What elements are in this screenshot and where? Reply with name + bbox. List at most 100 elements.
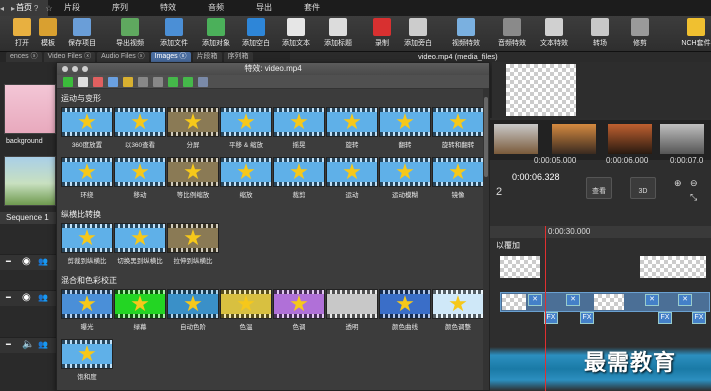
effect-tile[interactable]: 透明 — [326, 289, 378, 331]
tab-sequence-bin[interactable]: 序列箱 — [223, 52, 253, 62]
forward-icon[interactable]: ▸ — [11, 4, 15, 13]
transition-icon[interactable]: ✕ — [566, 294, 580, 306]
effect-tile[interactable]: ★ 分屏 — [167, 107, 219, 149]
timeline-clip[interactable] — [640, 256, 706, 278]
effect-tile[interactable]: ★ 平移 & 缩放 — [220, 107, 272, 149]
grid-icon[interactable] — [153, 76, 163, 87]
zoom-out-icon[interactable]: ⊖ — [690, 178, 698, 189]
effect-tile[interactable]: ★ 运动模糊 — [379, 157, 431, 199]
track-mute-icon[interactable]: ━ — [6, 340, 11, 349]
toolbar-button-7[interactable]: 添加文本 — [276, 17, 316, 48]
remove-icon[interactable] — [93, 76, 103, 87]
clip-frame[interactable] — [608, 124, 652, 154]
effect-tile[interactable]: ★ 剪裁到纵横比 — [61, 223, 113, 265]
effect-tile[interactable]: ★ 颜色调整 — [432, 289, 484, 331]
effects-scrollbar[interactable] — [483, 89, 489, 390]
fx-badge[interactable]: FX — [580, 312, 594, 324]
speaker-icon[interactable]: 🔈 — [22, 339, 34, 350]
transition-icon[interactable]: ✕ — [645, 294, 659, 306]
preview-canvas[interactable] — [506, 64, 576, 116]
tab-video-files[interactable]: Video Files ⓧ — [43, 52, 96, 62]
menu-tab-audio[interactable]: 音频 — [192, 0, 240, 16]
tab-sequences[interactable]: ences ⓧ — [6, 52, 42, 62]
timeline-ruler[interactable]: 0:00:30.000 — [490, 226, 711, 238]
effect-tile[interactable]: ★ 旋转 — [326, 107, 378, 149]
toolbar-button-15[interactable]: 修剪 — [620, 17, 660, 48]
clip-frame[interactable] — [660, 124, 704, 154]
people-icon[interactable]: 👥 — [38, 340, 48, 349]
effect-tile[interactable]: ★ 运动 — [326, 157, 378, 199]
effect-tile[interactable]: ★ 翻转 — [379, 107, 431, 149]
move-down-icon[interactable] — [183, 76, 193, 87]
effect-tile[interactable]: ★ 绿幕 — [114, 289, 166, 331]
star-icon[interactable]: ☆ — [45, 4, 52, 13]
help-icon[interactable]: ? — [34, 4, 38, 13]
bike-thumbnail[interactable] — [4, 156, 56, 206]
clip-frame[interactable] — [494, 124, 538, 154]
home-icon[interactable]: ⌂ — [22, 4, 27, 13]
fx-badge[interactable]: FX — [658, 312, 672, 324]
effect-tile[interactable]: ★ 旋转和翻转 — [432, 107, 484, 149]
effect-tile[interactable]: ★ 以360查看 — [114, 107, 166, 149]
sequence-tab[interactable]: Sequence 1 — [0, 212, 56, 224]
effect-tile[interactable]: ★ 拉伸到纵横比 — [167, 223, 219, 265]
toolbar-button-3[interactable]: 导出视频 — [110, 17, 150, 48]
toolbar-button-8[interactable]: 添加标题 — [318, 17, 358, 48]
transition-icon[interactable]: ✕ — [678, 294, 692, 306]
move-up-icon[interactable] — [168, 76, 178, 87]
effect-tile[interactable]: ★ 曝光 — [61, 289, 113, 331]
tab-audio-files[interactable]: Audio Files ⓧ — [97, 52, 149, 62]
toolbar-button-12[interactable]: 音频特效 — [492, 17, 532, 48]
fx-badge[interactable]: FX — [692, 312, 706, 324]
track-mute-icon[interactable]: ━ — [6, 293, 11, 302]
track-mute-icon[interactable]: ━ — [6, 257, 11, 266]
maximize-dot-icon[interactable] — [82, 66, 88, 72]
effect-tile[interactable]: ★ 移动 — [114, 157, 166, 199]
clip-frame[interactable] — [552, 124, 596, 154]
layout-icon[interactable] — [138, 76, 148, 87]
effect-tile[interactable]: ★ 饱和度 — [61, 339, 113, 381]
transition-icon[interactable]: ✕ — [528, 294, 542, 306]
menu-tab-suite[interactable]: 套件 — [288, 0, 336, 16]
save-icon[interactable] — [108, 76, 118, 87]
copy-icon[interactable] — [78, 76, 88, 87]
toolbar-button-11[interactable]: 视频特效 — [446, 17, 486, 48]
effect-tile[interactable]: ★ 摇晃 — [273, 107, 325, 149]
toolbar-button-10[interactable]: 添加旁白 — [398, 17, 438, 48]
effect-tile[interactable]: ★ 360度放置 — [61, 107, 113, 149]
effect-tile[interactable]: ★ 颜色曲线 — [379, 289, 431, 331]
toolbar-button-2[interactable]: 保存项目 — [62, 17, 102, 48]
zoom-in-icon[interactable]: ⊕ — [674, 178, 682, 189]
close-dot-icon[interactable] — [62, 66, 68, 72]
3d-button[interactable]: 3D — [630, 177, 656, 199]
people-icon[interactable]: 👥 — [38, 257, 48, 266]
effect-tile[interactable]: ★ 缩放 — [220, 157, 272, 199]
effect-tile[interactable]: ★ 等比例缩放 — [167, 157, 219, 199]
view-button[interactable]: 查看 — [586, 177, 612, 199]
back-icon[interactable]: ◂ — [0, 4, 4, 13]
toolbar-button-9[interactable]: 录制 — [362, 17, 402, 48]
timeline-clip[interactable] — [500, 256, 540, 278]
eye-icon[interactable]: ◉ — [22, 256, 31, 267]
effect-tile[interactable]: ★ 自动色阶 — [167, 289, 219, 331]
people-icon[interactable]: 👥 — [38, 293, 48, 302]
effect-tile[interactable]: ★ 环绕 — [61, 157, 113, 199]
toolbar-button-16[interactable]: NCH套件 — [676, 17, 711, 48]
tab-clip-bin[interactable]: 片段箱 — [192, 52, 222, 62]
background-thumbnail[interactable] — [4, 84, 56, 134]
fx-badge[interactable]: FX — [544, 312, 558, 324]
settings-icon[interactable] — [198, 76, 208, 87]
fit-icon[interactable]: ⤡ — [690, 192, 697, 203]
playhead[interactable] — [545, 226, 546, 391]
menu-tab-effects[interactable]: 特效 — [144, 0, 192, 16]
toolbar-button-4[interactable]: 添加文件 — [154, 17, 194, 48]
effect-tile[interactable]: ★ 色调 — [273, 289, 325, 331]
toolbar-button-13[interactable]: 文本特效 — [534, 17, 574, 48]
toolbar-button-6[interactable]: 添加空白 — [236, 17, 276, 48]
menu-tab-sequence[interactable]: 序列 — [96, 0, 144, 16]
add-icon[interactable] — [63, 76, 73, 87]
tab-images[interactable]: Images ⓧ — [150, 52, 191, 62]
toolbar-button-5[interactable]: 添加对象 — [196, 17, 236, 48]
menu-tab-export[interactable]: 导出 — [240, 0, 288, 16]
eye-icon[interactable]: ◉ — [22, 292, 31, 303]
